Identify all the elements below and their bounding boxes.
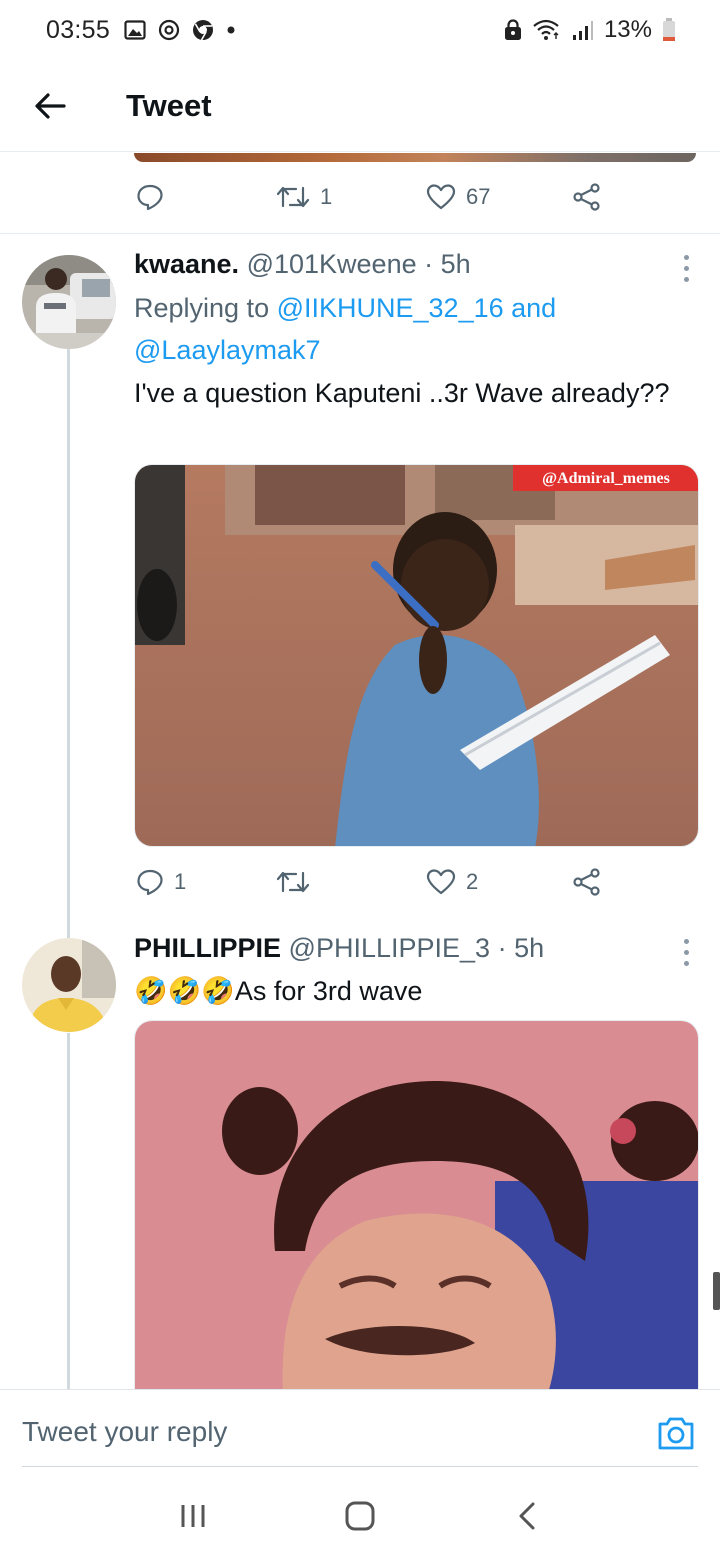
composer-underline	[22, 1466, 698, 1467]
divider	[0, 233, 720, 234]
home-button[interactable]	[330, 1486, 390, 1546]
wifi-icon	[532, 19, 562, 41]
top-app-bar: Tweet	[0, 60, 720, 152]
tweet-header: PHILLIPPIE @PHILLIPPIE_3 · 5h	[134, 933, 544, 964]
reply-icon	[137, 869, 163, 896]
status-time: 03:55	[46, 15, 111, 44]
share-icon	[573, 868, 600, 896]
like-count: 2	[466, 869, 479, 894]
reply-count: 1	[174, 869, 187, 894]
separator: ·	[497, 933, 507, 963]
avatar[interactable]	[22, 938, 116, 1032]
tweet-actions: 1 2	[136, 862, 606, 902]
reply-button[interactable]	[136, 183, 174, 211]
share-button[interactable]	[572, 868, 602, 896]
mention-link[interactable]: @IIKHUNE_32_16	[277, 293, 504, 323]
mention-link[interactable]: @Laaylaymak7	[134, 335, 321, 365]
at-icon	[158, 19, 180, 41]
media-watermark: @Admiral_memes	[542, 470, 670, 487]
timestamp: 5h	[440, 249, 471, 279]
back-nav-button[interactable]	[497, 1486, 557, 1546]
display-name[interactable]: PHILLIPPIE	[134, 933, 281, 963]
username[interactable]: @PHILLIPPIE_3	[289, 933, 491, 963]
dot-icon	[226, 25, 236, 35]
thread-line	[67, 1033, 70, 1389]
recent-apps-icon	[181, 1504, 205, 1527]
share-icon	[573, 183, 600, 211]
avatar[interactable]	[22, 255, 116, 349]
reply-icon	[137, 184, 163, 211]
retweet-count: 1	[320, 184, 333, 209]
separator: ·	[424, 249, 434, 279]
signal-icon	[572, 19, 594, 41]
back-button[interactable]	[22, 78, 78, 134]
camera-icon	[658, 1417, 694, 1450]
reply-button[interactable]: 1	[136, 868, 186, 896]
page-title: Tweet	[126, 87, 212, 123]
retweet-icon	[276, 871, 310, 893]
thread-line	[67, 348, 70, 938]
heart-icon	[426, 184, 456, 210]
system-nav-bar	[0, 1471, 720, 1560]
previous-tweet-media[interactable]	[134, 153, 696, 162]
battery-percent: 13%	[603, 16, 652, 43]
status-bar: 03:55 13%	[0, 0, 720, 60]
username[interactable]: @101Kweene	[247, 249, 417, 279]
like-count: 67	[466, 184, 491, 209]
tweet-thread[interactable]: 1 67 kwaane. @101Kweene · 5h Replying to…	[0, 153, 720, 1389]
more-options-button[interactable]	[680, 939, 692, 966]
battery-icon	[662, 18, 676, 42]
tweet-header: kwaane. @101Kweene · 5h	[134, 249, 471, 280]
reply-input[interactable]	[22, 1404, 622, 1460]
replying-to: Replying to @IIKHUNE_32_16 and @Laaylaym…	[134, 287, 694, 371]
share-button[interactable]	[572, 183, 602, 211]
tweet-text: 🤣🤣🤣As for 3rd wave	[134, 976, 423, 1006]
camera-button[interactable]	[656, 1416, 696, 1456]
tweet-text: I've a question Kaputeni ..3r Wave alrea…	[134, 378, 670, 408]
tweet-media[interactable]: @Admiral_memes	[134, 464, 699, 847]
previous-tweet-actions: 1 67	[136, 177, 606, 217]
more-options-button[interactable]	[680, 255, 692, 282]
chevron-left-icon	[519, 1502, 535, 1529]
tweet-media[interactable]	[134, 1020, 699, 1389]
scrollbar-thumb[interactable]	[713, 1272, 720, 1310]
like-button[interactable]: 2	[426, 868, 478, 896]
reply-composer	[0, 1389, 720, 1471]
gallery-icon	[124, 20, 146, 40]
retweet-icon	[276, 186, 310, 208]
mention-and[interactable]: and	[504, 293, 556, 323]
lock-icon	[504, 19, 522, 41]
replying-to-label: Replying to	[134, 293, 277, 323]
like-button[interactable]: 67	[426, 183, 490, 211]
home-icon	[345, 1501, 375, 1530]
retweet-button[interactable]	[276, 869, 320, 895]
retweet-button[interactable]: 1	[276, 184, 332, 210]
timestamp: 5h	[514, 933, 545, 963]
recent-apps-button[interactable]	[163, 1486, 223, 1546]
chrome-icon	[192, 19, 214, 41]
display-name[interactable]: kwaane.	[134, 249, 239, 279]
heart-icon	[426, 869, 456, 895]
arrow-left-icon	[35, 92, 66, 119]
